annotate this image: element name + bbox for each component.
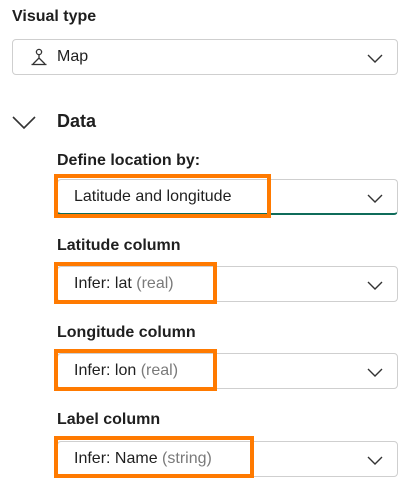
define-location-dropdown[interactable]: Latitude and longitude [57,179,398,215]
latitude-column-label: Latitude column [57,237,181,254]
define-location-value: Latitude and longitude [74,188,232,205]
latitude-value-text: Infer: lat [74,275,132,292]
chevron-down-icon [367,191,383,203]
longitude-type-hint: (real) [140,362,179,379]
latitude-column-dropdown[interactable]: Infer: lat (real) [57,266,398,302]
visual-type-value: Map [57,48,89,65]
label-value-text: Infer: Name [74,450,158,467]
longitude-column-label: Longitude column [57,324,196,341]
define-location-label: Define location by: [57,152,201,169]
label-column-dropdown[interactable]: Infer: Name (string) [57,441,398,477]
chevron-down-icon [367,453,383,465]
label-column-label: Label column [57,411,161,428]
latitude-column-value: Infer: lat (real) [74,275,174,293]
visual-type-label: Visual type [12,8,97,25]
visual-settings-panel: Visual type Map Data Define location by:… [0,0,419,491]
label-column-value: Infer: Name (string) [74,450,212,468]
chevron-down-icon [367,365,383,377]
latitude-type-hint: (real) [136,275,174,292]
visual-type-dropdown[interactable]: Map [12,39,398,75]
chevron-down-icon [367,278,383,290]
chevron-down-icon [367,51,383,63]
data-section-title[interactable]: Data [57,111,96,132]
collapse-chevron-icon[interactable] [12,110,36,136]
longitude-column-value: Infer: lon (real) [74,362,178,380]
map-pin-person-icon [30,48,48,66]
longitude-column-dropdown[interactable]: Infer: lon (real) [57,353,398,389]
longitude-value-text: Infer: lon [74,362,137,379]
label-type-hint: (string) [162,450,212,467]
